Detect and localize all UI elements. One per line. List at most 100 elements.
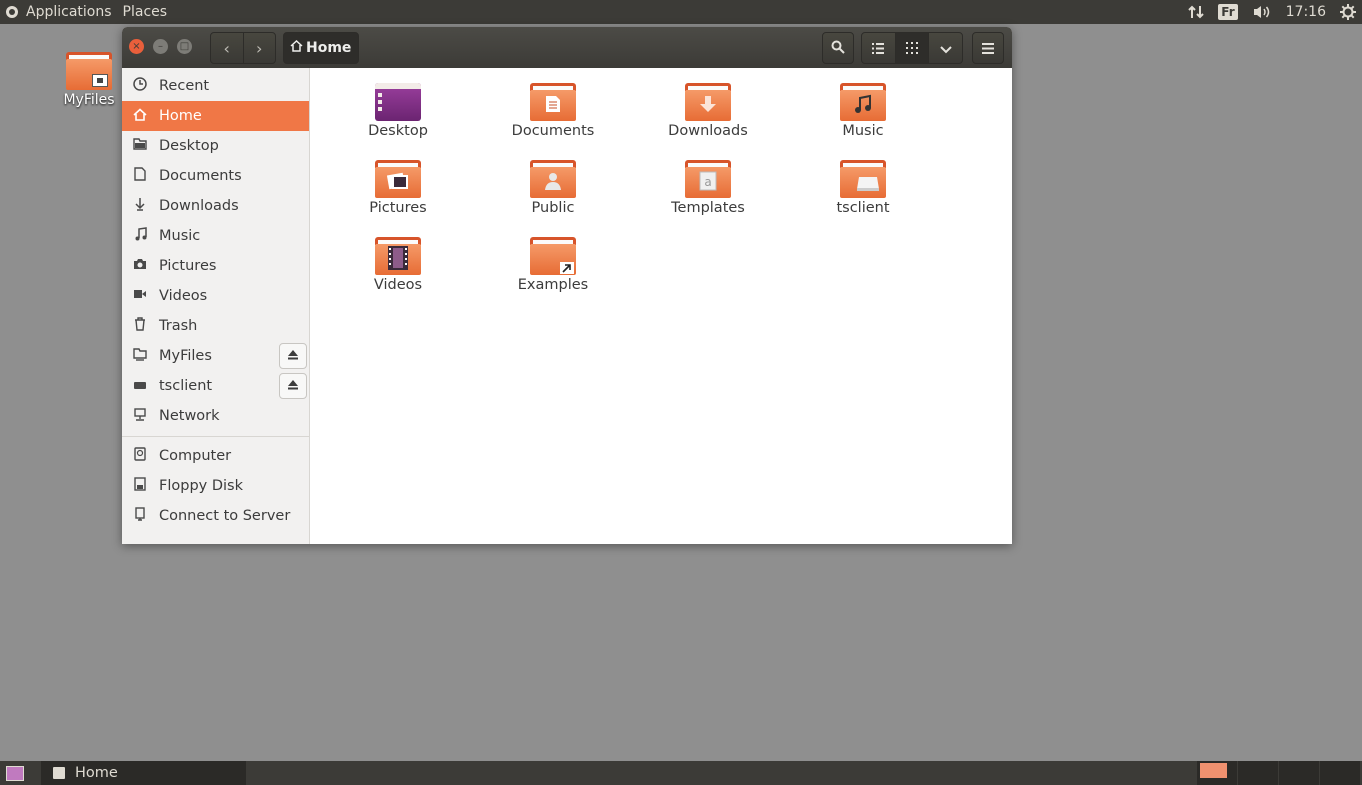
workspace-3[interactable] — [1278, 761, 1319, 785]
pictures-folder-icon — [375, 160, 421, 198]
sidebar-item-computer[interactable]: Computer — [122, 441, 309, 471]
search-button[interactable] — [822, 32, 854, 64]
chevron-left-icon: ‹ — [223, 38, 230, 58]
music-folder-icon — [840, 83, 886, 121]
home-icon — [133, 107, 147, 125]
file-manager-window: × – □ ‹ › Home Recent Home Desktop Docum… — [122, 27, 1012, 544]
app-menu-button[interactable] — [972, 32, 1004, 64]
sidebar-item-network[interactable]: Network — [122, 401, 309, 431]
close-window-button[interactable]: × — [129, 39, 144, 54]
file-label: Downloads — [668, 123, 748, 139]
file-item-music[interactable]: Music — [803, 83, 923, 139]
eject-button[interactable] — [279, 373, 307, 399]
file-label: Public — [531, 200, 575, 216]
sidebar-item-label: Videos — [159, 288, 208, 304]
applications-label: Applications — [26, 4, 112, 20]
public-folder-icon — [530, 160, 576, 198]
sidebar-item-pictures[interactable]: Pictures — [122, 251, 309, 281]
clock[interactable]: 17:16 — [1286, 0, 1326, 24]
sidebar-item-label: MyFiles — [159, 348, 212, 364]
desktop-folder-icon — [375, 83, 421, 121]
sidebar-item-label: Documents — [159, 168, 242, 184]
sidebar-item-videos[interactable]: Videos — [122, 281, 309, 311]
path-label: Home — [306, 40, 352, 56]
file-item-tsclient[interactable]: tsclient — [803, 160, 923, 216]
view-options-button[interactable] — [928, 33, 962, 63]
settings-gear-icon[interactable] — [1340, 0, 1356, 24]
file-label: Desktop — [368, 123, 428, 139]
eject-icon — [287, 349, 299, 363]
sidebar-item-label: Network — [159, 408, 220, 424]
volume-icon[interactable] — [1252, 0, 1272, 24]
document-icon — [133, 167, 147, 185]
video-icon — [133, 288, 147, 304]
minimize-window-button[interactable]: – — [153, 39, 168, 54]
show-desktop-icon[interactable] — [6, 766, 24, 781]
file-item-downloads[interactable]: Downloads — [648, 83, 768, 139]
drive-icon — [133, 379, 147, 394]
grid-view-button[interactable] — [894, 33, 929, 63]
file-item-examples[interactable]: Examples — [493, 237, 613, 293]
minimize-icon: – — [158, 40, 163, 52]
keyboard-layout-label: Fr — [1218, 4, 1238, 20]
file-manager-icon — [53, 767, 65, 779]
sidebar-item-documents[interactable]: Documents — [122, 161, 309, 191]
examples-folder-icon — [530, 237, 576, 275]
applications-logo-icon — [6, 6, 18, 18]
keyboard-layout-indicator[interactable]: Fr — [1218, 0, 1238, 24]
maximize-window-button[interactable]: □ — [177, 39, 192, 54]
sidebar-item-label: Recent — [159, 78, 210, 94]
chevron-right-icon: › — [256, 38, 263, 58]
workspace-4[interactable] — [1319, 761, 1360, 785]
list-view-button[interactable] — [862, 33, 895, 63]
file-item-public[interactable]: Public — [493, 160, 613, 216]
back-button[interactable]: ‹ — [211, 33, 243, 63]
forward-button[interactable]: › — [242, 33, 276, 63]
panel-menu: Applications Places — [0, 0, 178, 24]
sidebar-item-tsclient[interactable]: tsclient — [122, 371, 309, 401]
places-menu[interactable]: Places — [123, 0, 168, 24]
file-label: Pictures — [369, 200, 427, 216]
workspace-window-preview — [1200, 763, 1227, 778]
workspace-1[interactable] — [1196, 761, 1237, 785]
path-bar-home[interactable]: Home — [283, 32, 360, 64]
file-item-pictures[interactable]: Pictures — [338, 160, 458, 216]
sidebar-item-floppy-disk[interactable]: Floppy Disk — [122, 471, 309, 501]
sidebar-item-recent[interactable]: Recent — [122, 71, 309, 101]
sidebar-item-home[interactable]: Home — [122, 101, 309, 131]
taskbar-window-label: Home — [75, 765, 118, 781]
file-label: Documents — [511, 123, 595, 139]
sidebar-item-label: Home — [159, 108, 202, 124]
sidebar-item-trash[interactable]: Trash — [122, 311, 309, 341]
file-label: Videos — [373, 277, 423, 293]
file-item-documents[interactable]: Documents — [493, 83, 613, 139]
recent-icon — [133, 77, 147, 95]
desktop-folder-icon — [133, 138, 147, 154]
desktop-icon-myfiles[interactable]: MyFiles — [60, 52, 118, 108]
sidebar-item-downloads[interactable]: Downloads — [122, 191, 309, 221]
file-item-desktop[interactable]: Desktop — [338, 83, 458, 139]
file-view: Desktop Documents Downloads Music Pictur… — [314, 68, 1012, 544]
sidebar-item-connect-to-server[interactable]: Connect to Server — [122, 501, 309, 531]
taskbar-window-home[interactable]: Home — [41, 761, 246, 785]
eject-button[interactable] — [279, 343, 307, 369]
file-item-templates[interactable]: a Templates — [648, 160, 768, 216]
workspace-2[interactable] — [1237, 761, 1278, 785]
network-transfer-icon[interactable] — [1188, 0, 1204, 24]
sidebar-item-label: Trash — [159, 318, 198, 334]
file-label: tsclient — [836, 200, 890, 216]
folder-network-icon — [66, 52, 112, 90]
floppy-icon — [133, 477, 147, 495]
applications-menu[interactable]: Applications — [6, 0, 112, 24]
sidebar-item-music[interactable]: Music — [122, 221, 309, 251]
sidebar-item-label: Floppy Disk — [159, 478, 243, 494]
sidebar-item-myfiles[interactable]: MyFiles — [122, 341, 309, 371]
header-bar: × – □ ‹ › Home — [122, 27, 1012, 68]
sidebar-item-desktop[interactable]: Desktop — [122, 131, 309, 161]
search-icon — [831, 39, 845, 58]
file-item-videos[interactable]: Videos — [338, 237, 458, 293]
videos-folder-icon — [375, 237, 421, 275]
documents-folder-icon — [530, 83, 576, 121]
desktop-icon-label: MyFiles — [63, 92, 115, 108]
folder-network-icon — [133, 347, 147, 365]
